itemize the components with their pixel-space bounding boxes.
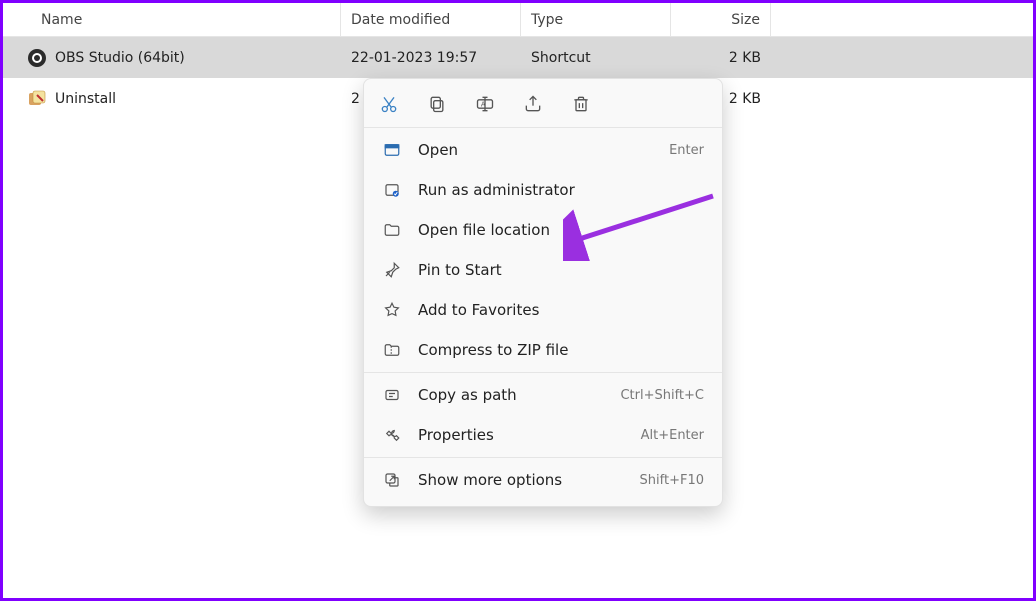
share-icon[interactable] bbox=[522, 93, 544, 115]
menu-shortcut: Shift+F10 bbox=[640, 473, 704, 488]
copy-icon[interactable] bbox=[426, 93, 448, 115]
folder-icon bbox=[382, 220, 402, 240]
svg-text:A: A bbox=[481, 101, 486, 109]
wrench-icon bbox=[382, 425, 402, 445]
delete-icon[interactable] bbox=[570, 93, 592, 115]
menu-label: Add to Favorites bbox=[418, 301, 704, 319]
menu-label: Properties bbox=[418, 426, 641, 444]
menu-item-run-as-admin[interactable]: Run as administrator bbox=[364, 170, 722, 210]
star-icon bbox=[382, 300, 402, 320]
menu-item-pin-to-start[interactable]: Pin to Start bbox=[364, 250, 722, 290]
zip-icon bbox=[382, 340, 402, 360]
cut-icon[interactable] bbox=[378, 93, 400, 115]
file-name: Uninstall bbox=[55, 91, 116, 107]
menu-shortcut: Alt+Enter bbox=[641, 428, 704, 443]
table-row[interactable]: OBS Studio (64bit) 22-01-2023 19:57 Shor… bbox=[3, 37, 1033, 78]
menu-label: Open file location bbox=[418, 221, 704, 239]
admin-shield-icon bbox=[382, 180, 402, 200]
file-type: Shortcut bbox=[521, 50, 671, 66]
menu-item-open-file-location[interactable]: Open file location bbox=[364, 210, 722, 250]
menu-label: Pin to Start bbox=[418, 261, 704, 279]
menu-shortcut: Ctrl+Shift+C bbox=[620, 388, 704, 403]
menu-label: Open bbox=[418, 141, 669, 159]
file-name: OBS Studio (64bit) bbox=[55, 50, 185, 66]
menu-item-compress-zip[interactable]: Compress to ZIP file bbox=[364, 330, 722, 370]
menu-label: Show more options bbox=[418, 471, 640, 489]
copy-path-icon bbox=[382, 385, 402, 405]
menu-shortcut: Enter bbox=[669, 143, 704, 158]
column-header-size[interactable]: Size bbox=[671, 3, 771, 36]
column-header-date[interactable]: Date modified bbox=[341, 3, 521, 36]
context-menu: A Open Enter Run as administrator Open f… bbox=[363, 78, 723, 507]
rename-icon[interactable]: A bbox=[474, 93, 496, 115]
menu-separator bbox=[364, 127, 722, 128]
more-options-icon bbox=[382, 470, 402, 490]
menu-label: Run as administrator bbox=[418, 181, 704, 199]
file-size: 2 KB bbox=[671, 50, 771, 66]
pin-icon bbox=[382, 260, 402, 280]
menu-item-properties[interactable]: Properties Alt+Enter bbox=[364, 415, 722, 455]
menu-item-copy-as-path[interactable]: Copy as path Ctrl+Shift+C bbox=[364, 375, 722, 415]
menu-label: Compress to ZIP file bbox=[418, 341, 704, 359]
file-date: 22-01-2023 19:57 bbox=[341, 50, 521, 66]
context-menu-toolbar: A bbox=[364, 85, 722, 125]
menu-label: Copy as path bbox=[418, 386, 620, 404]
menu-item-show-more-options[interactable]: Show more options Shift+F10 bbox=[364, 460, 722, 500]
menu-item-open[interactable]: Open Enter bbox=[364, 130, 722, 170]
column-header-type[interactable]: Type bbox=[521, 3, 671, 36]
uninstall-shortcut-icon bbox=[27, 89, 47, 109]
open-icon bbox=[382, 140, 402, 160]
menu-item-add-to-favorites[interactable]: Add to Favorites bbox=[364, 290, 722, 330]
table-header-row: Name Date modified Type Size bbox=[3, 3, 1033, 37]
obs-shortcut-icon bbox=[27, 48, 47, 68]
column-header-name[interactable]: Name bbox=[3, 3, 341, 36]
menu-separator bbox=[364, 372, 722, 373]
menu-separator bbox=[364, 457, 722, 458]
